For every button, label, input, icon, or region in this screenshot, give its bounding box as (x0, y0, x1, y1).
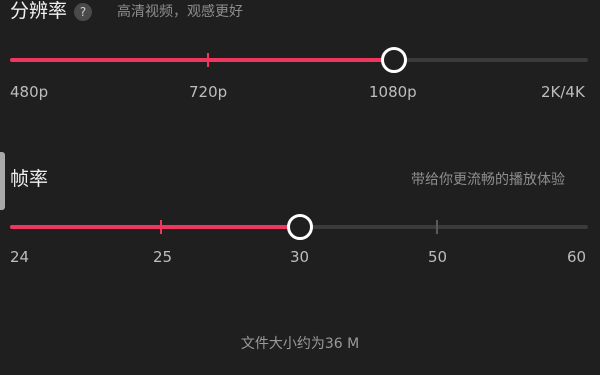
resolution-tick-720p (207, 53, 209, 67)
framerate-label-25[interactable]: 25 (153, 250, 172, 265)
resolution-slider-thumb[interactable] (381, 47, 407, 73)
resolution-label-1080p[interactable]: 1080p (369, 85, 417, 100)
resolution-label-480p[interactable]: 480p (10, 85, 48, 100)
framerate-description: 带给你更流畅的播放体验 (411, 172, 565, 188)
framerate-label-60[interactable]: 60 (567, 250, 586, 265)
framerate-label-30[interactable]: 30 (290, 250, 309, 265)
resolution-label-2k4k[interactable]: 2K/4K (541, 85, 585, 100)
framerate-title: 帧率 (10, 168, 49, 190)
framerate-label-50[interactable]: 50 (428, 250, 447, 265)
framerate-label-24[interactable]: 24 (10, 250, 29, 265)
video-quality-panel: 分辨率 ? 高清视频，观感更好 480p 720p 1080p 2K/4K 帧率… (0, 0, 600, 375)
framerate-tick-50 (436, 220, 438, 234)
resolution-slider[interactable] (10, 47, 588, 73)
file-size-note: 文件大小约为36 M (240, 336, 360, 352)
resolution-slider-fill (10, 58, 394, 62)
framerate-slider-fill (10, 225, 300, 229)
resolution-label-720p[interactable]: 720p (189, 85, 227, 100)
framerate-slider[interactable] (10, 214, 588, 240)
question-circle-icon[interactable]: ? (74, 3, 92, 21)
resolution-title: 分辨率 (10, 0, 68, 22)
drag-handle-icon[interactable] (0, 152, 5, 210)
framerate-slider-thumb[interactable] (287, 214, 313, 240)
framerate-tick-25 (160, 220, 162, 234)
resolution-description: 高清视频，观感更好 (117, 4, 243, 20)
